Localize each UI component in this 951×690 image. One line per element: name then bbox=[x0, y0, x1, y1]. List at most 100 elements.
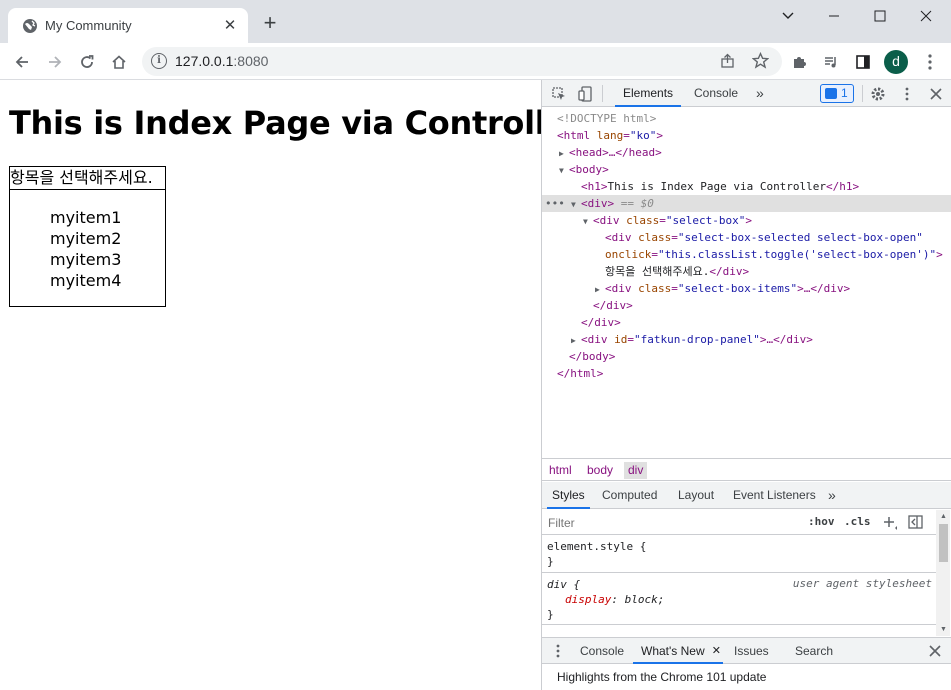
browser-toolbar: i 127.0.0.1:8080 d bbox=[0, 43, 951, 80]
select-item[interactable]: myitem4 bbox=[50, 270, 165, 291]
share-icon[interactable] bbox=[720, 53, 736, 72]
settings-gear-icon[interactable] bbox=[868, 84, 888, 104]
styles-filter-row: :hov .cls bbox=[542, 510, 936, 535]
devtools-toolbar: Elements Console » 1 bbox=[542, 80, 951, 107]
dom-node-html-close[interactable]: </html> bbox=[542, 365, 951, 382]
page-viewport: This is Index Page via Controller 항목을 선택… bbox=[0, 80, 583, 690]
back-arrow-icon[interactable] bbox=[10, 50, 34, 74]
tab-elements[interactable]: Elements bbox=[615, 80, 682, 107]
close-tab-icon[interactable]: ✕ bbox=[712, 638, 721, 664]
dom-node-onclick-attr[interactable]: onclick="this.classList.toggle('select-b… bbox=[542, 246, 951, 263]
inspect-element-icon[interactable] bbox=[549, 84, 569, 104]
device-toolbar-icon[interactable] bbox=[575, 84, 595, 104]
close-drawer-icon[interactable] bbox=[929, 645, 941, 660]
dom-node-fatkun-panel[interactable]: ▶ <div id="fatkun-drop-panel">…</div> bbox=[542, 331, 951, 348]
dom-node-html[interactable]: <html lang="ko"> bbox=[542, 127, 951, 144]
breadcrumb-html[interactable]: html bbox=[545, 462, 576, 479]
tab-console[interactable]: Console bbox=[686, 80, 746, 107]
drawer-tab-issues[interactable]: Issues bbox=[734, 638, 769, 664]
rule-close-brace: } bbox=[547, 555, 554, 568]
address-bar[interactable]: i 127.0.0.1:8080 bbox=[142, 47, 782, 76]
select-box: 항목을 선택해주세요. myitem1 myitem2 myitem3 myit… bbox=[9, 166, 166, 307]
node-actions-ellipsis-icon[interactable]: ••• bbox=[545, 195, 565, 212]
expand-triangle-icon[interactable]: ▶ bbox=[571, 332, 581, 349]
select-item[interactable]: myitem2 bbox=[50, 228, 165, 249]
drawer-menu-kebab-icon[interactable] bbox=[556, 644, 560, 661]
expand-triangle-icon[interactable]: ▶ bbox=[595, 281, 605, 298]
cls-toggle[interactable]: .cls bbox=[844, 515, 871, 528]
breadcrumb-body[interactable]: body bbox=[583, 462, 617, 479]
tab-computed[interactable]: Computed bbox=[597, 482, 662, 509]
dom-node-close-div[interactable]: </div> bbox=[542, 297, 951, 314]
tab-strip: My Community ✕ + bbox=[0, 0, 951, 43]
extensions-puzzle-icon[interactable] bbox=[787, 50, 811, 74]
tab-layout[interactable]: Layout bbox=[673, 482, 719, 509]
breadcrumb: html body div bbox=[542, 458, 951, 481]
devtools-menu-kebab-icon[interactable] bbox=[897, 84, 917, 104]
breadcrumb-div[interactable]: div bbox=[624, 462, 648, 479]
whats-new-headline: Highlights from the Chrome 101 update bbox=[557, 670, 767, 684]
dom-node-selected-text[interactable]: 항목을 선택해주세요.</div> bbox=[542, 263, 951, 280]
select-box-selected[interactable]: 항목을 선택해주세요. bbox=[10, 167, 165, 190]
tab-styles[interactable]: Styles bbox=[547, 482, 590, 509]
dom-node-body-close[interactable]: </body> bbox=[542, 348, 951, 365]
drawer-tab-console[interactable]: Console bbox=[580, 638, 624, 664]
tab-search-icon[interactable] bbox=[765, 0, 811, 32]
site-info-icon[interactable]: i bbox=[151, 53, 167, 69]
menu-kebab-icon[interactable] bbox=[918, 50, 942, 74]
dom-node-body[interactable]: ▼ <body> bbox=[542, 161, 951, 178]
dom-node-div-selected[interactable]: ••• ▼ <div> == $0 bbox=[542, 195, 951, 212]
dom-node-doctype[interactable]: <!DOCTYPE html> bbox=[542, 110, 951, 127]
tab-event-listeners[interactable]: Event Listeners bbox=[728, 482, 821, 509]
maximize-icon[interactable] bbox=[857, 0, 903, 32]
profile-avatar[interactable]: d bbox=[884, 50, 908, 74]
side-panel-icon[interactable] bbox=[851, 50, 875, 74]
scroll-thumb[interactable] bbox=[939, 524, 948, 562]
styles-scrollbar[interactable]: ▲ ▼ bbox=[936, 510, 950, 636]
collapse-triangle-icon[interactable]: ▼ bbox=[571, 196, 581, 213]
rule-selector[interactable]: element.style { bbox=[542, 539, 936, 554]
toggle-sidebar-icon[interactable] bbox=[908, 515, 924, 533]
globe-icon bbox=[23, 19, 37, 33]
drawer-tab-label: What's New bbox=[641, 644, 705, 658]
new-rule-plus-icon[interactable] bbox=[882, 515, 898, 534]
scroll-down-icon[interactable]: ▼ bbox=[939, 625, 948, 634]
dom-node-h1[interactable]: <h1>This is Index Page via Controller</h… bbox=[542, 178, 951, 195]
dom-node-select-box-selected[interactable]: <div class="select-box-selected select-b… bbox=[542, 229, 951, 246]
dom-node-select-box-items[interactable]: ▶ <div class="select-box-items">…</div> bbox=[542, 280, 951, 297]
forward-arrow-icon[interactable] bbox=[43, 50, 67, 74]
select-item[interactable]: myitem1 bbox=[50, 207, 165, 228]
close-tab-icon[interactable]: ✕ bbox=[220, 16, 240, 36]
more-tabs-chevron-icon[interactable]: » bbox=[823, 482, 841, 509]
drawer-tab-search[interactable]: Search bbox=[795, 638, 833, 664]
message-count: 1 bbox=[841, 86, 848, 100]
collapse-triangle-icon[interactable]: ▼ bbox=[583, 213, 593, 230]
rule-origin: user agent stylesheet bbox=[792, 577, 932, 590]
rule-element-style: element.style { } bbox=[542, 536, 936, 573]
dom-node-head[interactable]: ▶ <head>…</head> bbox=[542, 144, 951, 161]
minimize-icon[interactable] bbox=[811, 0, 857, 32]
media-control-icon[interactable] bbox=[819, 50, 843, 74]
new-tab-button[interactable]: + bbox=[258, 12, 282, 36]
reload-icon[interactable] bbox=[75, 50, 99, 74]
scroll-up-icon[interactable]: ▲ bbox=[939, 512, 948, 521]
hov-toggle[interactable]: :hov bbox=[808, 515, 835, 528]
home-icon[interactable] bbox=[107, 50, 131, 74]
messages-badge[interactable]: 1 bbox=[820, 84, 854, 103]
tab-title: My Community bbox=[45, 18, 132, 33]
bookmark-star-icon[interactable] bbox=[751, 51, 770, 72]
rule-div-user-agent: div { user agent stylesheet display: blo… bbox=[542, 574, 936, 625]
drawer-tab-whats-new[interactable]: What's New ✕ bbox=[633, 638, 723, 664]
select-item[interactable]: myitem3 bbox=[50, 249, 165, 270]
dom-node-close-div[interactable]: </div> bbox=[542, 314, 951, 331]
close-devtools-icon[interactable] bbox=[926, 84, 946, 104]
styles-filter-input[interactable] bbox=[548, 514, 798, 531]
expand-triangle-icon[interactable]: ▶ bbox=[559, 145, 569, 162]
collapse-triangle-icon[interactable]: ▼ bbox=[559, 162, 569, 179]
devtools-panel: Elements Console » 1 <!DOCTYPE html> <ht… bbox=[541, 80, 951, 690]
more-tabs-chevron-icon[interactable]: » bbox=[748, 80, 772, 107]
dom-node-select-box[interactable]: ▼ <div class="select-box"> bbox=[542, 212, 951, 229]
close-window-icon[interactable] bbox=[903, 0, 949, 32]
browser-tab[interactable]: My Community ✕ bbox=[8, 8, 248, 43]
rule-declaration[interactable]: display: block; bbox=[542, 592, 936, 607]
